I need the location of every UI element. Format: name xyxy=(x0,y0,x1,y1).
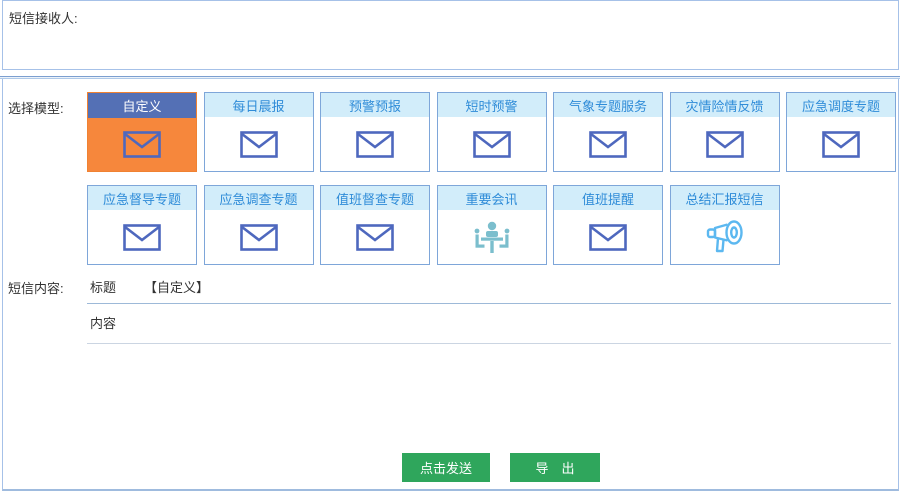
template-card-label: 应急督导专题 xyxy=(103,189,181,208)
template-card-header: 自定义 xyxy=(88,93,196,118)
template-card-body xyxy=(205,211,313,263)
recipients-section: 短信接收人: xyxy=(2,0,899,70)
template-card-body xyxy=(438,118,546,170)
content-label: 短信内容: xyxy=(3,272,87,344)
envelope-icon xyxy=(240,131,278,158)
template-card-label: 灾情险情反馈 xyxy=(685,96,763,115)
template-card-body xyxy=(321,211,429,263)
template-card-header: 应急督导专题 xyxy=(88,186,196,211)
megaphone-icon xyxy=(704,219,746,255)
template-card-body xyxy=(671,118,779,170)
template-card-label: 应急调度专题 xyxy=(802,96,880,115)
envelope-icon xyxy=(473,131,511,158)
template-card-body xyxy=(321,118,429,170)
export-button[interactable]: 导 出 xyxy=(510,453,600,482)
template-card-header: 气象专题服务 xyxy=(554,93,662,118)
template-card-header: 每日晨报 xyxy=(205,93,313,118)
model-select-row2: 应急督导专题 应急调查专题 值班督查专题 重要会讯 值班提醒 xyxy=(3,185,898,265)
content-fields: 标题 【自定义】 内容 xyxy=(87,272,891,344)
template-card-body xyxy=(438,211,546,263)
envelope-icon xyxy=(123,131,161,158)
template-card[interactable]: 短时预警 xyxy=(437,92,547,172)
recipients-label: 短信接收人: xyxy=(9,8,78,27)
template-card-label: 每日晨报 xyxy=(232,96,284,115)
template-card-label: 短时预警 xyxy=(465,96,517,115)
meeting-icon xyxy=(470,220,514,254)
template-card-header: 应急调度专题 xyxy=(787,93,895,118)
template-card-header: 短时预警 xyxy=(438,93,546,118)
template-card[interactable]: 预警预报 xyxy=(320,92,430,172)
template-card[interactable]: 总结汇报短信 xyxy=(670,185,780,265)
send-button[interactable]: 点击发送 xyxy=(402,453,490,482)
model-select-row1: 选择模型: 自定义 每日晨报 预警预报 短时预警 气象专题服务 xyxy=(3,92,898,172)
template-card[interactable]: 重要会讯 xyxy=(437,185,547,265)
template-card[interactable]: 值班督查专题 xyxy=(320,185,430,265)
envelope-icon xyxy=(822,131,860,158)
envelope-icon xyxy=(706,131,744,158)
template-card-label: 应急调查专题 xyxy=(219,189,297,208)
template-card-header: 灾情险情反馈 xyxy=(671,93,779,118)
template-card-body xyxy=(554,211,662,263)
template-card-label: 重要会讯 xyxy=(465,189,517,208)
template-card-header: 应急调查专题 xyxy=(205,186,313,211)
title-field-label: 标题 xyxy=(90,277,116,296)
template-card[interactable]: 气象专题服务 xyxy=(553,92,663,172)
envelope-icon xyxy=(356,131,394,158)
template-card-header: 总结汇报短信 xyxy=(671,186,779,211)
template-card-header: 值班提醒 xyxy=(554,186,662,211)
template-card[interactable]: 应急督导专题 xyxy=(87,185,197,265)
envelope-icon xyxy=(240,224,278,251)
content-field-label: 内容 xyxy=(90,316,116,331)
template-card-body xyxy=(671,211,779,263)
template-card-body xyxy=(787,118,895,170)
template-card-label: 自定义 xyxy=(122,96,161,115)
content-row: 短信内容: 标题 【自定义】 内容 xyxy=(3,272,898,344)
template-card[interactable]: 应急调查专题 xyxy=(204,185,314,265)
template-card[interactable]: 每日晨报 xyxy=(204,92,314,172)
template-card-label: 预警预报 xyxy=(349,96,401,115)
template-card-label: 总结汇报短信 xyxy=(685,189,763,208)
envelope-icon xyxy=(123,224,161,251)
template-card[interactable]: 值班提醒 xyxy=(553,185,663,265)
template-cards-row1: 自定义 每日晨报 预警预报 短时预警 气象专题服务 xyxy=(87,92,896,172)
template-card-body xyxy=(205,118,313,170)
template-card-body xyxy=(554,118,662,170)
template-card[interactable]: 灾情险情反馈 xyxy=(670,92,780,172)
action-buttons: 点击发送 导 出 xyxy=(402,453,600,482)
envelope-icon xyxy=(589,224,627,251)
template-card-label: 值班提醒 xyxy=(582,189,634,208)
recipients-input-area[interactable] xyxy=(87,1,896,67)
sms-send-page: 短信接收人: 选择模型: 自定义 每日晨报 预警预报 短时预警 xyxy=(0,0,900,492)
model-select-label: 选择模型: xyxy=(3,92,87,172)
row2-spacer xyxy=(3,185,87,265)
template-card-label: 气象专题服务 xyxy=(569,96,647,115)
compose-section: 选择模型: 自定义 每日晨报 预警预报 短时预警 气象专题服务 xyxy=(2,79,899,491)
template-card-label: 值班督查专题 xyxy=(336,189,414,208)
envelope-icon xyxy=(356,224,394,251)
template-card-body xyxy=(88,118,196,171)
template-card-header: 重要会讯 xyxy=(438,186,546,211)
template-card-body xyxy=(88,211,196,263)
envelope-icon xyxy=(589,131,627,158)
title-field-value: 【自定义】 xyxy=(144,277,209,296)
content-field[interactable]: 内容 xyxy=(87,304,891,344)
template-card-header: 值班督查专题 xyxy=(321,186,429,211)
template-cards-row2: 应急督导专题 应急调查专题 值班督查专题 重要会讯 值班提醒 xyxy=(87,185,780,265)
title-field[interactable]: 标题 【自定义】 xyxy=(87,272,891,304)
template-card-header: 预警预报 xyxy=(321,93,429,118)
template-card[interactable]: 应急调度专题 xyxy=(786,92,896,172)
template-card[interactable]: 自定义 xyxy=(87,92,197,172)
